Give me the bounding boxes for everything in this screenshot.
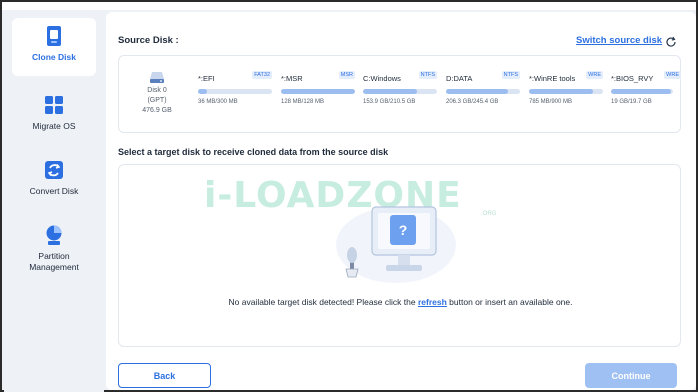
- partition-fs-badge: WRE: [664, 71, 681, 79]
- partition-name: *:WinRE tools: [529, 74, 576, 83]
- disk-size: 476.9 GB: [142, 107, 172, 114]
- partition-size: 36 MB/300 MB: [198, 99, 238, 105]
- sidebar-item-partition-management[interactable]: Partition Management: [12, 217, 96, 279]
- clone-disk-icon: [43, 24, 65, 48]
- source-disk-panel: Disk 0 (GPT) 476.9 GB *:EFI FAT32 36 MB/…: [118, 55, 681, 133]
- hard-disk-icon: [149, 70, 165, 84]
- partition-fs-badge: NTFS: [418, 71, 437, 79]
- refresh-icon[interactable]: [665, 35, 677, 47]
- partition-name: *:MSR: [281, 74, 303, 83]
- partition-fs-badge: NTFS: [501, 71, 520, 79]
- sidebar-item-label: Migrate OS: [32, 121, 76, 131]
- refresh-link[interactable]: refresh: [418, 297, 447, 307]
- sidebar-item-label: Convert Disk: [29, 186, 79, 196]
- partition-usage-bar: [611, 89, 673, 94]
- partition-fs-badge: FAT32: [252, 71, 272, 79]
- partition-size: 785 MB/900 MB: [529, 99, 573, 105]
- partition-usage-bar: [281, 89, 355, 94]
- message-text: No available target disk detected! Pleas…: [228, 297, 418, 307]
- continue-button[interactable]: Continue: [585, 363, 677, 388]
- partition-usage-bar: [363, 89, 437, 94]
- partition-usage-bar: [446, 89, 520, 94]
- target-disk-title: Select a target disk to receive cloned d…: [118, 147, 389, 157]
- no-target-disk-message: No available target disk detected! Pleas…: [119, 297, 680, 307]
- partition-management-icon: [43, 223, 65, 247]
- partition-fs-badge: WRE: [586, 71, 603, 79]
- disk-name: Disk 0: [147, 87, 167, 94]
- partition-name: C:Windows: [363, 74, 401, 83]
- convert-disk-icon: [43, 158, 65, 182]
- watermark-org: .ORG: [481, 211, 497, 217]
- sidebar: Clone Disk Migrate OS Convert Disk Parti…: [4, 12, 104, 392]
- back-button[interactable]: Back: [118, 363, 211, 388]
- svg-text:?: ?: [399, 222, 408, 238]
- sidebar-item-migrate-os[interactable]: Migrate OS: [12, 87, 96, 145]
- source-disk-title: Source Disk :: [118, 35, 179, 46]
- sidebar-item-label: Partition Management: [29, 251, 79, 272]
- sidebar-item-clone-disk[interactable]: Clone Disk: [12, 18, 96, 76]
- target-disk-panel: i-LOADZONE .ORG ? No available target di…: [118, 164, 681, 347]
- source-disk-info: Disk 0 (GPT) 476.9 GB: [137, 70, 177, 116]
- partition-size: 206.3 GB/245.4 GB: [446, 99, 499, 105]
- partition-name: *:BIOS_RVY: [611, 74, 654, 83]
- partition-size: 19 GB/19.7 GB: [611, 99, 652, 105]
- partition-size: 128 MB/128 MB: [281, 99, 325, 105]
- message-text: button or insert an available one.: [446, 297, 573, 307]
- sidebar-item-convert-disk[interactable]: Convert Disk: [12, 152, 96, 210]
- partition-name: *:EFI: [198, 74, 215, 83]
- main-panel: Source Disk : Switch source disk Disk 0 …: [106, 12, 696, 390]
- switch-source-disk-link[interactable]: Switch source disk: [576, 35, 662, 46]
- title-bar: [2, 2, 696, 10]
- sidebar-item-label: Clone Disk: [32, 52, 76, 62]
- partition-usage-bar: [529, 89, 603, 94]
- disk-partition-style: (GPT): [147, 97, 167, 104]
- app-window: Clone Disk Migrate OS Convert Disk Parti…: [0, 0, 698, 392]
- no-disk-illustration: ?: [336, 206, 456, 283]
- partition-usage-bar: [198, 89, 272, 94]
- migrate-os-icon: [43, 93, 65, 117]
- partition-fs-badge: MSR: [338, 71, 355, 79]
- partition-name: D:DATA: [446, 74, 473, 83]
- partition-size: 153.9 GB/210.5 GB: [363, 99, 416, 105]
